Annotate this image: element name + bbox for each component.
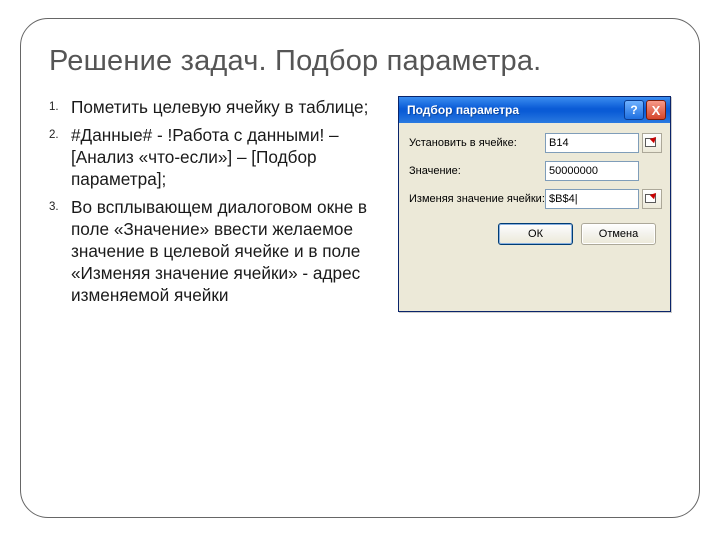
list-item: #Данные# - !Работа с данными! – [Анализ … xyxy=(49,124,386,190)
content-row: Пометить целевую ячейку в таблице; #Данн… xyxy=(49,96,671,312)
set-cell-row: Установить в ячейке: xyxy=(409,133,662,153)
steps-list: Пометить целевую ячейку в таблице; #Данн… xyxy=(49,96,386,306)
range-picker-button[interactable] xyxy=(642,133,662,153)
to-value-input[interactable] xyxy=(545,161,639,181)
close-button[interactable]: X xyxy=(646,100,666,120)
help-icon: ? xyxy=(630,103,637,117)
goal-seek-dialog: Подбор параметра ? X Установить в ячейке… xyxy=(398,96,671,312)
help-button[interactable]: ? xyxy=(624,100,644,120)
to-value-label: Значение: xyxy=(409,165,545,177)
slide-title: Решение задач. Подбор параметра. xyxy=(49,45,671,78)
list-item: Во всплывающем диалоговом окне в поле «З… xyxy=(49,196,386,306)
to-value-row: Значение: xyxy=(409,161,662,181)
slide-frame: Решение задач. Подбор параметра. Пометит… xyxy=(20,18,700,518)
cancel-button[interactable]: Отмена xyxy=(581,223,656,245)
close-icon: X xyxy=(652,103,661,118)
changing-cell-input[interactable] xyxy=(545,189,639,209)
dialog-body: Установить в ячейке: Значение: xyxy=(399,123,670,259)
dialog-button-row: ОК Отмена xyxy=(409,217,662,249)
dialog-title: Подбор параметра xyxy=(407,103,622,117)
set-cell-label: Установить в ячейке: xyxy=(409,137,545,149)
list-item: Пометить целевую ячейку в таблице; xyxy=(49,96,386,118)
changing-cell-row: Изменяя значение ячейки: xyxy=(409,189,662,209)
range-picker-icon xyxy=(645,192,659,206)
set-cell-input[interactable] xyxy=(545,133,639,153)
dialog-titlebar[interactable]: Подбор параметра ? X xyxy=(399,97,670,123)
instructions-column: Пометить целевую ячейку в таблице; #Данн… xyxy=(49,96,386,312)
changing-cell-label: Изменяя значение ячейки: xyxy=(409,193,545,205)
range-picker-icon xyxy=(645,136,659,150)
range-picker-button-2[interactable] xyxy=(642,189,662,209)
ok-button[interactable]: ОК xyxy=(498,223,573,245)
